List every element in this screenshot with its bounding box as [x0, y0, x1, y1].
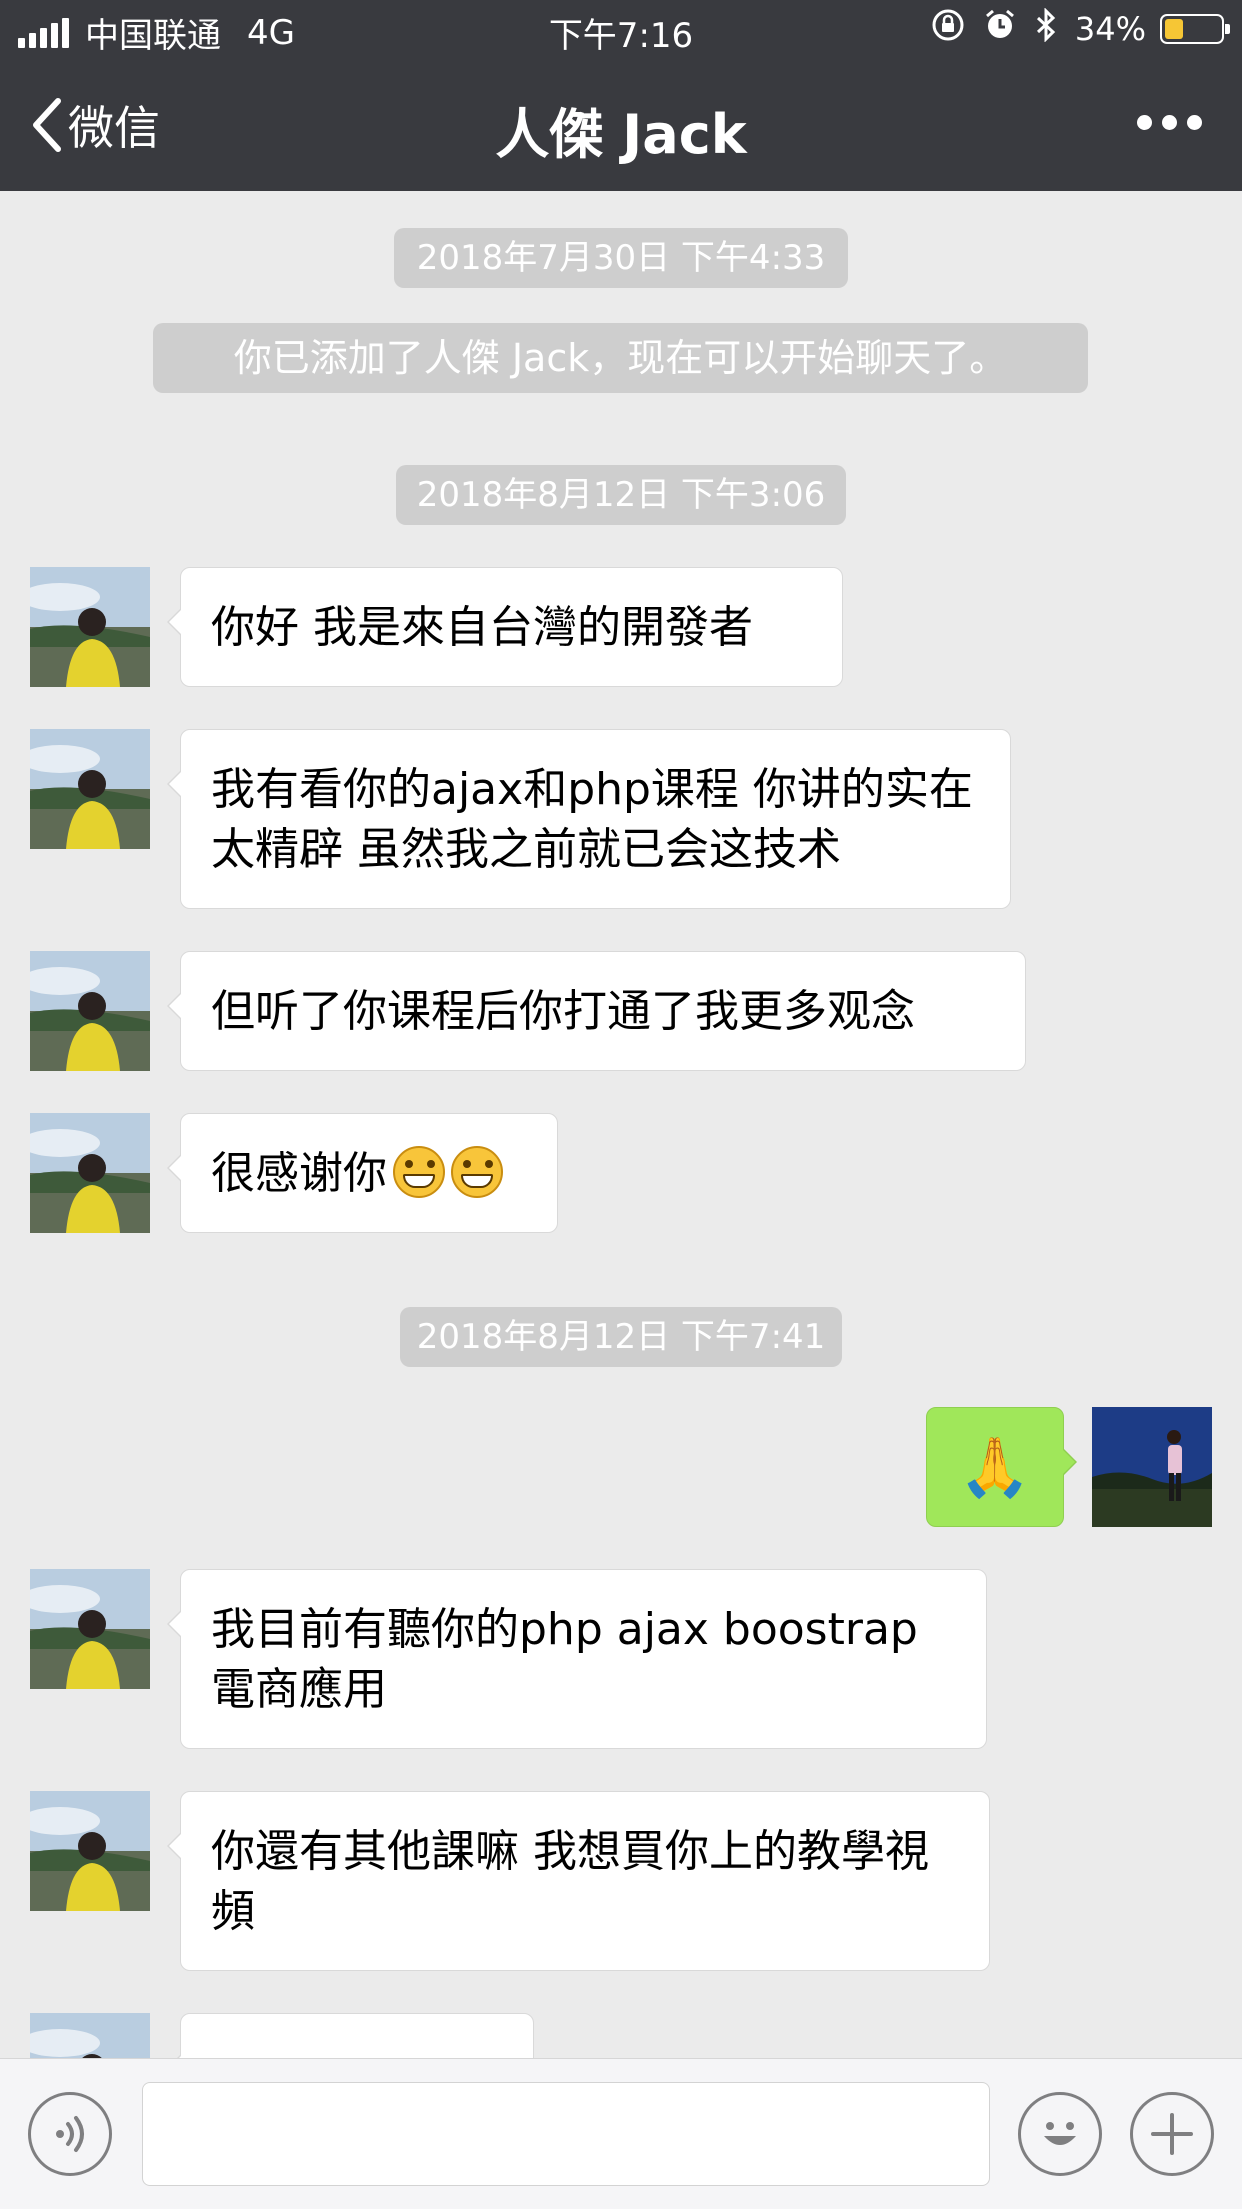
message-text: 我目前有聽你的php ajax boostrap電商應用 [211, 1604, 918, 1715]
message-bubble-partial[interactable] [167, 2013, 534, 2058]
message-bubble[interactable]: 我目前有聽你的php ajax boostrap電商應用 [167, 1569, 987, 1749]
orientation-lock-icon [931, 8, 965, 50]
battery-percent: 34% [1074, 10, 1146, 48]
contact-avatar[interactable] [30, 1791, 150, 1911]
voice-icon[interactable] [28, 2092, 112, 2176]
contact-avatar[interactable] [30, 729, 150, 849]
battery-fill [1165, 19, 1183, 39]
timestamp: 2018年8月12日 下午3:06 [396, 465, 846, 525]
message-bubble[interactable]: 你還有其他課嘛 我想買你上的教學視頻 [167, 1791, 990, 1971]
message-text: 我有看你的ajax和php课程 你讲的实在太精辟 虽然我之前就已会这技术 [211, 764, 973, 875]
message-text: 你好 我是來自台灣的開發者 [211, 602, 753, 653]
alarm-icon [983, 8, 1017, 50]
smiley-icon[interactable] [1018, 2092, 1102, 2176]
bluetooth-icon [1035, 7, 1057, 50]
plus-icon[interactable] [1130, 2092, 1214, 2176]
message-text: 很感谢你 [211, 1148, 387, 1199]
message-text: 但听了你课程后你打通了我更多观念 [211, 986, 915, 1037]
nav-bar: 微信 人傑 Jack [0, 60, 1242, 191]
contact-avatar[interactable] [30, 951, 150, 1071]
system-notice: 你已添加了人傑 Jack，现在可以开始聊天了。 [153, 323, 1088, 393]
contact-avatar[interactable] [30, 567, 150, 687]
message-bubble[interactable]: 我有看你的ajax和php课程 你讲的实在太精辟 虽然我之前就已会这技术 [167, 729, 1011, 909]
chat-title: 人傑 Jack [495, 103, 747, 166]
grin-icon [393, 1146, 445, 1198]
timestamp: 2018年8月12日 下午7:41 [400, 1307, 842, 1367]
message-bubble[interactable]: 很感谢你 [167, 1113, 558, 1233]
contact-avatar[interactable] [30, 1113, 150, 1233]
status-right: 34% [913, 7, 1230, 50]
top-bar: 中国联通 4G 下午7:16 34% 微信 人傑 Jack [0, 0, 1242, 191]
my-message-bubble[interactable]: 🙏 [926, 1407, 1077, 1527]
message-input[interactable] [142, 2082, 990, 2186]
input-bar [0, 2058, 1242, 2209]
contact-avatar[interactable] [30, 1569, 150, 1689]
contact-avatar[interactable] [30, 2013, 150, 2058]
status-bar: 中国联通 4G 下午7:16 34% [0, 0, 1242, 60]
my-avatar[interactable] [1092, 1407, 1212, 1527]
message-bubble[interactable]: 你好 我是來自台灣的開發者 [167, 567, 843, 687]
folded-hands-emoji: 🙏 [958, 1433, 1032, 1501]
more-options-icon[interactable] [1127, 115, 1202, 130]
chat-area[interactable]: 2018年7月30日 下午4:33 你已添加了人傑 Jack，现在可以开始聊天了… [0, 191, 1242, 2058]
battery-icon [1160, 14, 1230, 44]
grin-icon [451, 1146, 503, 1198]
message-text: 你還有其他課嘛 我想買你上的教學視頻 [211, 1826, 929, 1937]
message-bubble[interactable]: 但听了你课程后你打通了我更多观念 [167, 951, 1026, 1071]
timestamp: 2018年7月30日 下午4:33 [394, 228, 848, 288]
